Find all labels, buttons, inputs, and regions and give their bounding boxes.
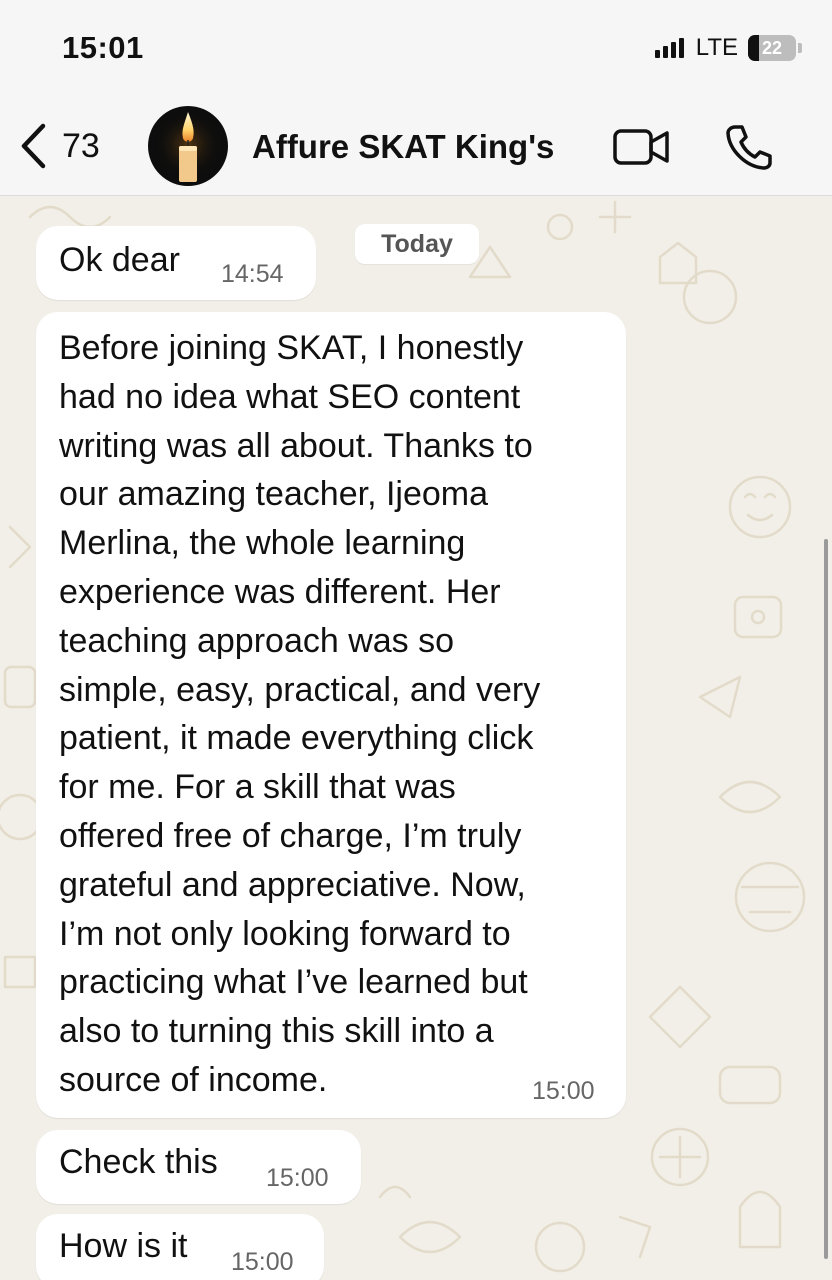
message-text: Ok dear	[59, 241, 180, 279]
candle-icon	[154, 112, 222, 182]
signal-strength-icon	[654, 38, 684, 58]
scrollbar[interactable]	[824, 539, 828, 1259]
message-text: Check this	[59, 1143, 218, 1181]
battery-icon: 22	[748, 35, 796, 61]
message-time: 15:00	[532, 1077, 595, 1105]
battery-percentage: 22	[761, 37, 783, 58]
date-chip: Today	[355, 224, 479, 264]
voice-call-button[interactable]	[722, 122, 774, 177]
message-time: 14:54	[221, 260, 284, 288]
video-call-button[interactable]	[612, 122, 672, 177]
phone-icon	[726, 125, 772, 170]
chat-header: 73 Affure SKAT King's	[0, 100, 832, 196]
chat-title[interactable]: Affure SKAT King's	[252, 128, 554, 166]
video-call-icon	[613, 129, 669, 165]
status-bar: 15:01 LTE 22	[0, 0, 832, 100]
avatar[interactable]	[148, 106, 228, 186]
message-bubble[interactable]: Check this 15:00	[36, 1130, 361, 1204]
message-time: 15:00	[266, 1164, 329, 1192]
unread-count: 73	[62, 126, 100, 165]
network-type: LTE	[695, 34, 738, 61]
message-time: 15:00	[231, 1248, 294, 1276]
chevron-left-icon	[21, 123, 46, 169]
message-text: Before joining SKAT, I honestly had no i…	[59, 329, 541, 1099]
status-indicators: LTE 22	[654, 34, 802, 62]
message-text: How is it	[59, 1227, 188, 1265]
message-bubble[interactable]: Ok dear 14:54	[36, 226, 316, 300]
battery-tip	[798, 43, 802, 53]
message-bubble[interactable]: Before joining SKAT, I honestly had no i…	[36, 312, 626, 1118]
message-bubble[interactable]: How is it 15:00	[36, 1214, 324, 1280]
chat-area[interactable]: Today Ok dear 14:54 Before joining SKAT,…	[0, 197, 832, 1280]
back-button[interactable]: 73	[18, 122, 100, 170]
status-time: 15:01	[62, 30, 144, 65]
